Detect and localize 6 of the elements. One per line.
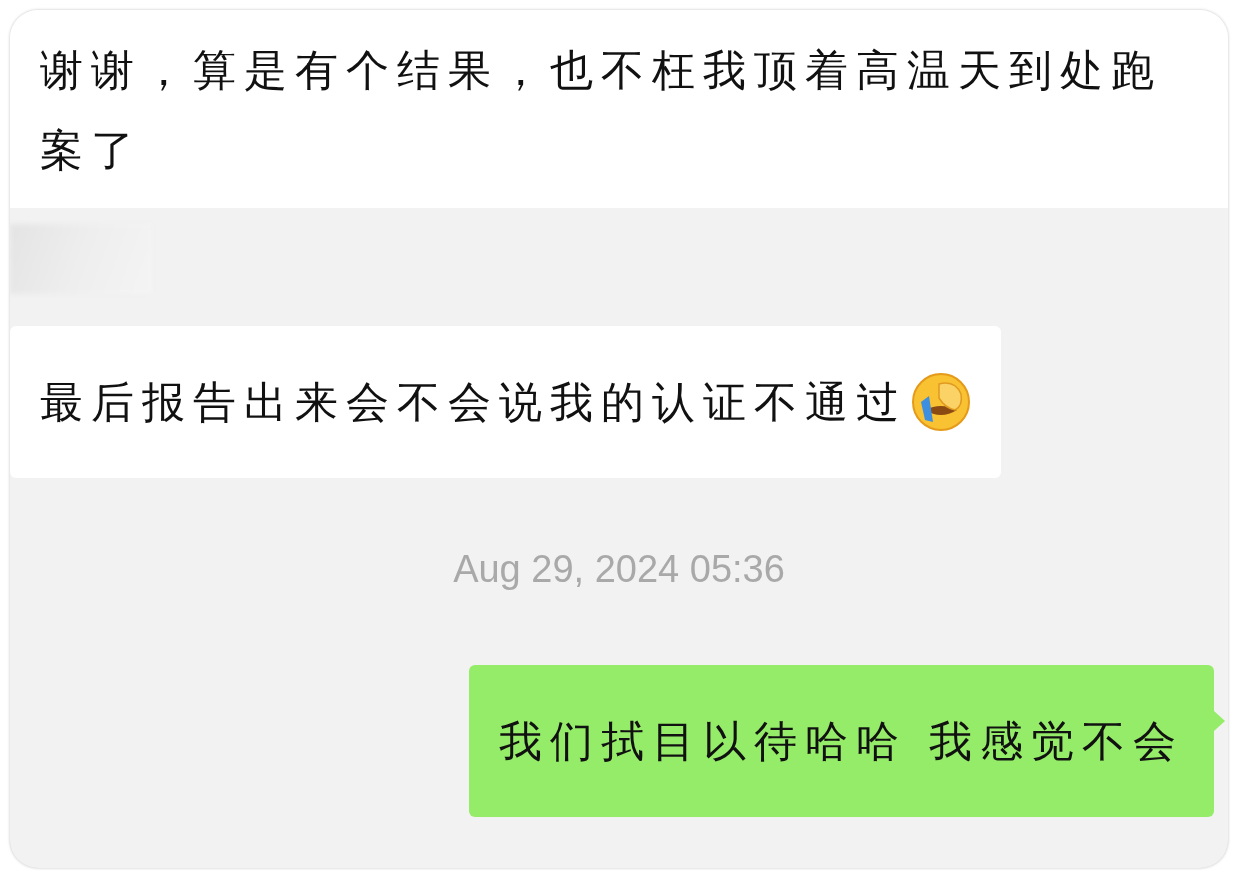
message-text: 案了: [40, 124, 143, 177]
facepalm-emoji-icon: [911, 372, 971, 432]
message-text: 我们拭目以待哈哈 我感觉不会: [499, 715, 1184, 768]
message-text: 谢谢，算是有个结果，也不枉我顶着高温天到处跑: [40, 44, 1163, 97]
message-timestamp: Aug 29, 2024 05:36: [453, 548, 785, 591]
message-text: 最后报告出来会不会说我的认证不通过: [40, 362, 971, 442]
